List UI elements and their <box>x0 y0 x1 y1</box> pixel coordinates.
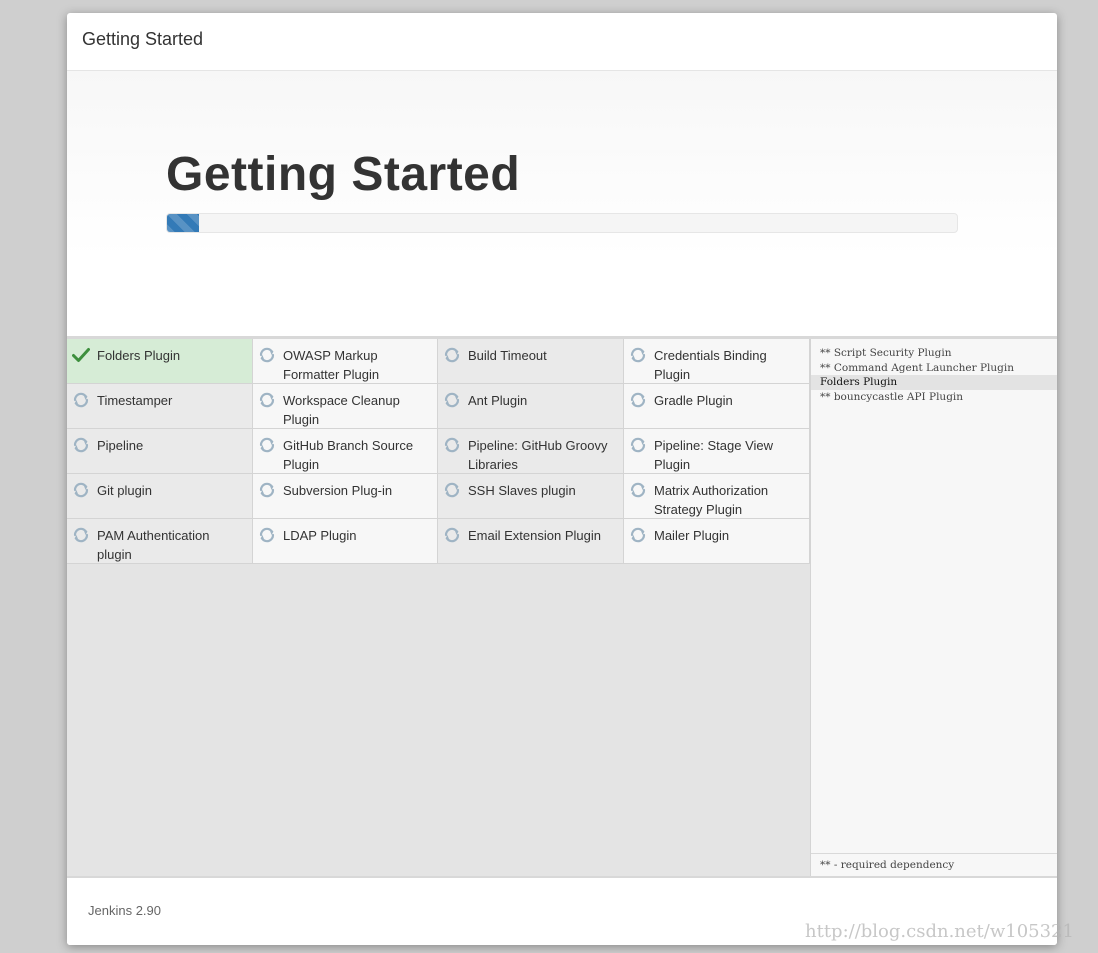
log-line: ** bouncycastle API Plugin <box>820 391 964 404</box>
plugin-name: Pipeline: GitHub Groovy Libraries <box>468 438 608 472</box>
plugin-item: Git plugin <box>67 474 253 519</box>
plugin-grid: Folders Plugin OWASP Markup Formatter Plu… <box>67 339 810 564</box>
plugin-name: Matrix Authorization Strategy Plugin <box>654 483 769 517</box>
plugin-item: PAM Authentication plugin <box>67 519 253 564</box>
refresh-icon <box>443 482 461 498</box>
refresh-icon <box>443 437 461 453</box>
plugin-name: Credentials Binding Plugin <box>654 348 767 382</box>
plugin-name: Pipeline <box>97 438 144 453</box>
refresh-icon <box>629 482 647 498</box>
dialog-title: Getting Started <box>82 29 204 49</box>
log-line: ** Command Agent Launcher Plugin <box>820 361 1015 374</box>
refresh-icon <box>258 527 276 543</box>
plugin-name: Git plugin <box>97 483 152 498</box>
plugin-name: Email Extension Plugin <box>468 528 601 543</box>
install-progress-bar <box>166 213 958 233</box>
install-log-panel[interactable]: ** Script Security Plugin ** Command Agen… <box>810 339 1057 876</box>
refresh-icon <box>72 392 90 408</box>
plugin-item: LDAP Plugin <box>253 519 438 564</box>
refresh-icon <box>443 347 461 363</box>
plugin-name: Pipeline: Stage View Plugin <box>654 438 774 472</box>
plugin-item: Mailer Plugin <box>624 519 810 564</box>
plugin-item: Credentials Binding Plugin <box>624 339 810 384</box>
plugin-item: SSH Slaves plugin <box>438 474 624 519</box>
refresh-icon <box>258 437 276 453</box>
setup-wizard-dialog: Getting Started Getting Started Folders … <box>67 13 1057 945</box>
plugin-item: Folders Plugin <box>67 339 253 384</box>
version-label: Jenkins 2.90 <box>88 903 161 918</box>
plugin-name: Folders Plugin <box>97 348 181 363</box>
log-line: ** Script Security Plugin <box>820 347 952 359</box>
plugin-item: Build Timeout <box>438 339 624 384</box>
refresh-icon <box>443 527 461 543</box>
plugin-name: OWASP Markup Formatter Plugin <box>283 348 380 382</box>
plugin-name: Build Timeout <box>468 348 547 363</box>
plugin-name: SSH Slaves plugin <box>468 483 576 498</box>
plugin-item: Pipeline <box>67 429 253 474</box>
plugin-name: GitHub Branch Source Plugin <box>283 438 414 472</box>
plugin-item: GitHub Branch Source Plugin <box>253 429 438 474</box>
refresh-icon <box>629 437 647 453</box>
plugin-item: Ant Plugin <box>438 384 624 429</box>
plugin-name: PAM Authentication plugin <box>97 528 210 562</box>
watermark: http://blog.csdn.net/w105321 <box>805 921 1074 942</box>
log-lines: ** Script Security Plugin ** Command Agen… <box>811 339 1057 405</box>
progress-fill <box>167 214 199 232</box>
plugin-list: Folders Plugin OWASP Markup Formatter Plu… <box>67 339 810 876</box>
plugin-item: Pipeline: GitHub Groovy Libraries <box>438 429 624 474</box>
refresh-icon <box>258 347 276 363</box>
plugin-item: Matrix Authorization Strategy Plugin <box>624 474 810 519</box>
refresh-icon <box>443 392 461 408</box>
plugin-name: Ant Plugin <box>468 393 528 408</box>
plugin-name: LDAP Plugin <box>283 528 357 543</box>
plugin-name: Workspace Cleanup Plugin <box>283 393 400 427</box>
hero-section: Getting Started <box>67 71 1057 339</box>
plugin-item: Workspace Cleanup Plugin <box>253 384 438 429</box>
plugin-name: Mailer Plugin <box>654 528 730 543</box>
plugin-item: Timestamper <box>67 384 253 429</box>
plugin-item: Gradle Plugin <box>624 384 810 429</box>
plugin-name: Timestamper <box>97 393 173 408</box>
hero-title: Getting Started <box>166 148 521 201</box>
refresh-icon <box>629 527 647 543</box>
plugin-item: Email Extension Plugin <box>438 519 624 564</box>
refresh-icon <box>72 437 90 453</box>
log-line: Folders Plugin <box>811 375 1057 391</box>
refresh-icon <box>629 392 647 408</box>
check-icon <box>72 347 90 363</box>
plugin-name: Subversion Plug-in <box>283 483 393 498</box>
log-footer: ** - required dependency <box>811 853 1057 876</box>
plugin-item: Pipeline: Stage View Plugin <box>624 429 810 474</box>
plugin-item: OWASP Markup Formatter Plugin <box>253 339 438 384</box>
plugin-item: Subversion Plug-in <box>253 474 438 519</box>
refresh-icon <box>72 482 90 498</box>
refresh-icon <box>258 482 276 498</box>
refresh-icon <box>629 347 647 363</box>
refresh-icon <box>258 392 276 408</box>
refresh-icon <box>72 527 90 543</box>
plugin-name: Gradle Plugin <box>654 393 733 408</box>
dialog-header: Getting Started <box>67 13 1057 71</box>
